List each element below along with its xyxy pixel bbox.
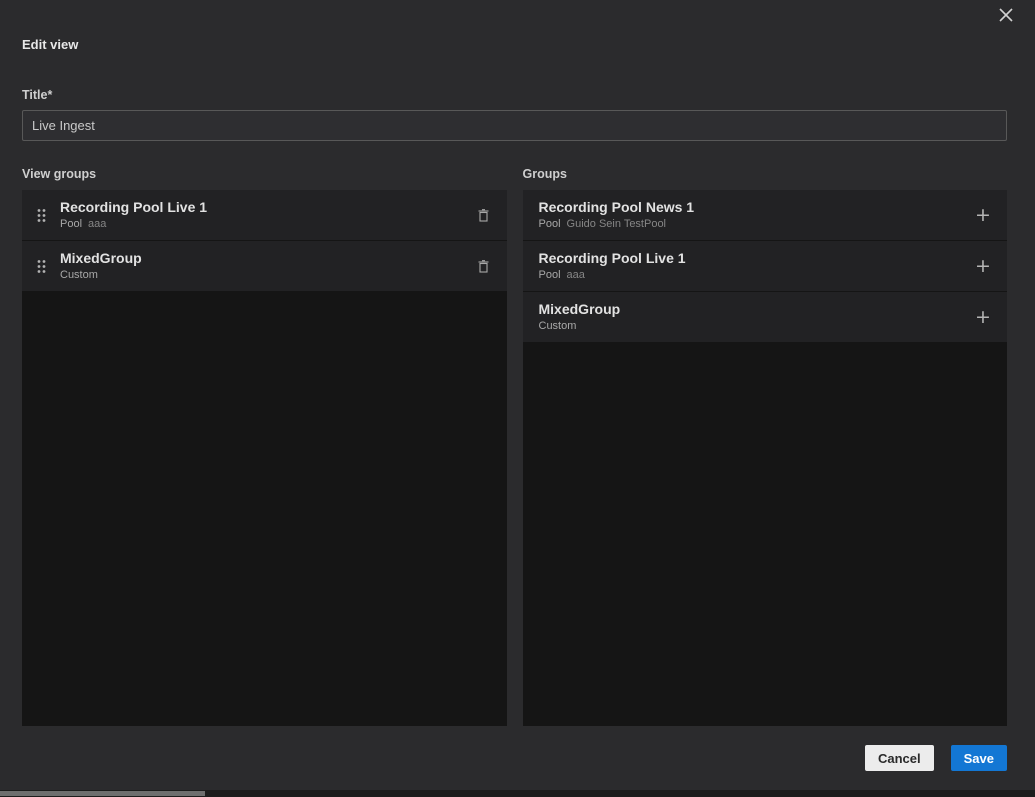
dialog-footer: Cancel Save <box>22 745 1007 771</box>
group-subtitle: Poolaaa <box>539 270 974 281</box>
view-group-row: Recording Pool Live 1 Poolaaa <box>22 190 507 241</box>
group-row[interactable]: Recording Pool News 1 PoolGuido Sein Tes… <box>523 190 1008 241</box>
group-title: MixedGroup <box>60 251 475 266</box>
row-text: Recording Pool Live 1 Poolaaa <box>60 200 475 229</box>
add-icon[interactable]: + <box>973 205 993 225</box>
groups-panel: Recording Pool News 1 PoolGuido Sein Tes… <box>523 190 1008 726</box>
row-text: Recording Pool Live 1 Poolaaa <box>539 251 974 280</box>
view-groups-column: View groups Recording Pool Live 1 Poolaa <box>22 167 507 726</box>
row-text: MixedGroup Custom <box>539 302 974 331</box>
group-row[interactable]: MixedGroup Custom + <box>523 292 1008 343</box>
drag-handle-icon[interactable] <box>37 208 47 223</box>
group-title: Recording Pool Live 1 <box>539 251 974 266</box>
page-bottom-strip <box>0 790 1035 797</box>
group-subtitle: Custom <box>60 270 475 281</box>
row-text: MixedGroup Custom <box>60 251 475 280</box>
groups-column: Groups Recording Pool News 1 PoolGuido S… <box>523 167 1008 726</box>
row-text: Recording Pool News 1 PoolGuido Sein Tes… <box>539 200 974 229</box>
group-subtitle: Poolaaa <box>60 219 475 230</box>
horizontal-scrollbar[interactable] <box>0 791 205 796</box>
group-subtitle: Custom <box>539 321 974 332</box>
groups-label: Groups <box>523 167 1008 181</box>
edit-view-dialog: Edit view Title* View groups Recording P <box>0 0 1035 790</box>
view-groups-panel: Recording Pool Live 1 Poolaaa <box>22 190 507 726</box>
title-input[interactable] <box>22 110 1007 141</box>
dual-list: View groups Recording Pool Live 1 Poolaa <box>22 167 1007 726</box>
title-label: Title* <box>22 88 1007 102</box>
cancel-button[interactable]: Cancel <box>865 745 934 771</box>
remove-icon[interactable] <box>475 257 493 275</box>
add-icon[interactable]: + <box>973 256 993 276</box>
group-title: MixedGroup <box>539 302 974 317</box>
group-subtitle: PoolGuido Sein TestPool <box>539 219 974 230</box>
dialog-title: Edit view <box>22 0 1007 52</box>
group-title: Recording Pool Live 1 <box>60 200 475 215</box>
drag-handle-icon[interactable] <box>37 259 47 274</box>
view-group-row: MixedGroup Custom <box>22 241 507 292</box>
save-button[interactable]: Save <box>951 745 1007 771</box>
group-title: Recording Pool News 1 <box>539 200 974 215</box>
view-groups-label: View groups <box>22 167 507 181</box>
remove-icon[interactable] <box>475 206 493 224</box>
close-icon[interactable] <box>997 6 1015 24</box>
add-icon[interactable]: + <box>973 307 993 327</box>
group-row[interactable]: Recording Pool Live 1 Poolaaa + <box>523 241 1008 292</box>
